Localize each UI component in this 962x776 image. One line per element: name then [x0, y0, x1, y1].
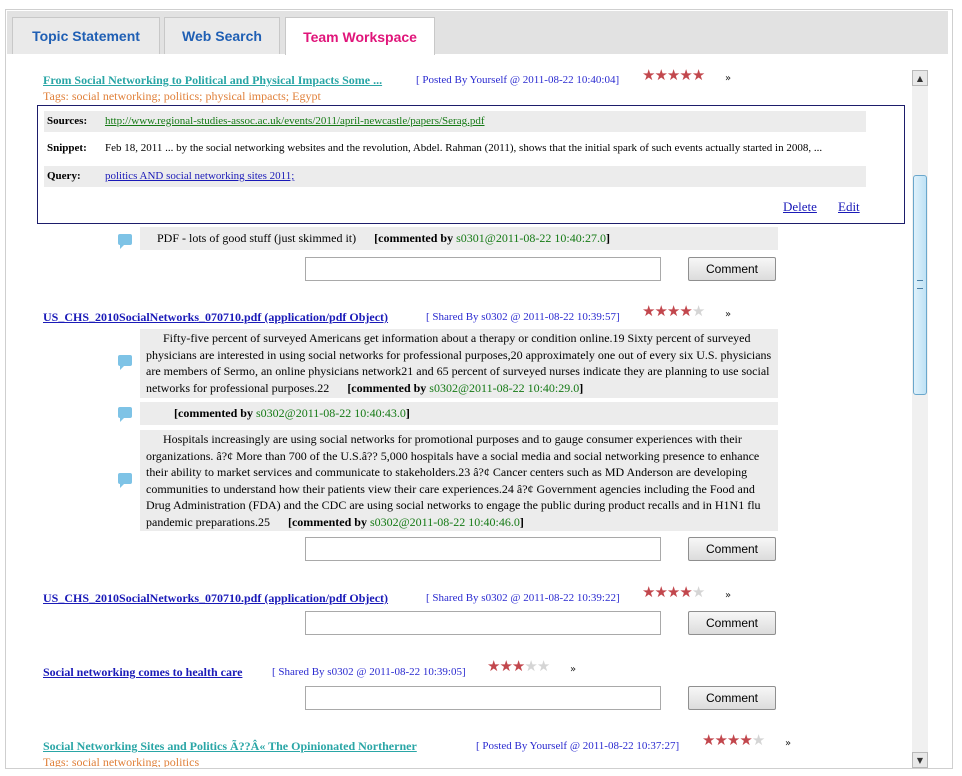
sources-link[interactable]: http://www.regional-studies-assoc.ac.uk/… — [105, 111, 485, 132]
vertical-scrollbar[interactable]: ▲ ▼ — [912, 70, 928, 768]
star-filled-icon[interactable]: ★ — [702, 733, 715, 749]
star-filled-icon[interactable]: ★ — [512, 659, 525, 675]
query-row: Query: politics AND social networking si… — [44, 166, 866, 187]
comment-end: ] — [405, 406, 410, 420]
expand-icon[interactable]: » — [725, 309, 731, 320]
star-filled-icon[interactable]: ★ — [692, 68, 705, 84]
star-filled-icon[interactable]: ★ — [642, 68, 655, 84]
query-link[interactable]: politics AND social networking sites 201… — [105, 166, 294, 187]
scroll-down-icon[interactable]: ▼ — [912, 752, 928, 768]
comment-end: ] — [519, 514, 524, 529]
star-empty-icon[interactable]: ★ — [692, 585, 705, 601]
comment-button[interactable]: Comment — [688, 686, 776, 710]
comment-end: ] — [579, 380, 584, 395]
comment-button[interactable]: Comment — [688, 257, 776, 281]
star-filled-icon[interactable]: ★ — [679, 585, 692, 601]
item-meta: [ Shared By s0302 @ 2011-08-22 10:39:57] — [426, 311, 620, 323]
star-filled-icon[interactable]: ★ — [654, 68, 667, 84]
item-meta: [ Posted By Yourself @ 2011-08-22 10:40:… — [416, 74, 620, 86]
star-filled-icon[interactable]: ★ — [679, 304, 692, 320]
star-filled-icon[interactable]: ★ — [679, 68, 692, 84]
comment-text: PDF - lots of good stuff (just skimmed i… — [157, 231, 357, 245]
star-filled-icon[interactable]: ★ — [642, 304, 655, 320]
comment-by: [commented by — [287, 514, 367, 529]
expand-icon[interactable]: » — [725, 590, 731, 601]
comment-button[interactable]: Comment — [688, 611, 776, 635]
edit-link[interactable]: Edit — [838, 199, 860, 215]
grip-icon — [917, 280, 923, 289]
star-filled-icon[interactable]: ★ — [487, 659, 500, 675]
star-filled-icon[interactable]: ★ — [654, 304, 667, 320]
comment-box: [commented by s0302@2011-08-22 10:40:43.… — [140, 402, 778, 425]
expand-icon[interactable]: » — [785, 738, 791, 749]
expand-icon[interactable]: » — [570, 664, 576, 675]
star-filled-icon[interactable]: ★ — [667, 304, 680, 320]
comment-by: [commented by — [374, 231, 454, 245]
star-filled-icon[interactable]: ★ — [667, 585, 680, 601]
workspace-content: From Social Networking to Political and … — [8, 55, 910, 767]
star-filled-icon[interactable]: ★ — [714, 733, 727, 749]
comment-icon — [118, 473, 132, 488]
expand-icon[interactable]: » — [725, 73, 731, 84]
comment-icon — [118, 407, 132, 422]
comment-icon — [118, 234, 132, 249]
comment-user: s0302@2011-08-22 10:40:29.0 — [429, 380, 580, 395]
star-filled-icon[interactable]: ★ — [499, 659, 512, 675]
item-title-link[interactable]: From Social Networking to Political and … — [43, 73, 382, 88]
item-meta: [ Shared By s0302 @ 2011-08-22 10:39:05] — [272, 666, 466, 678]
item-meta: [ Shared By s0302 @ 2011-08-22 10:39:22] — [426, 592, 620, 604]
comment-icon — [118, 355, 132, 370]
comment-input[interactable] — [305, 686, 661, 710]
star-filled-icon[interactable]: ★ — [667, 68, 680, 84]
star-filled-icon[interactable]: ★ — [654, 585, 667, 601]
item-title-link[interactable]: Social networking comes to health care — [43, 665, 242, 680]
rating-stars[interactable]: ★★★★★ — [702, 731, 765, 750]
comment-box: Hospitals increasingly are using social … — [140, 430, 778, 531]
comment-user: s0301@2011-08-22 10:40:27.0 — [456, 231, 607, 245]
snippet-label: Snippet: — [47, 142, 87, 154]
item-meta: [ Posted By Yourself @ 2011-08-22 10:37:… — [476, 740, 680, 752]
item-title-link[interactable]: US_CHS_2010SocialNetworks_070710.pdf (ap… — [43, 591, 388, 606]
comment-user: s0302@2011-08-22 10:40:43.0 — [255, 406, 406, 420]
item-title-link[interactable]: US_CHS_2010SocialNetworks_070710.pdf (ap… — [43, 310, 388, 325]
sources-row: Sources: http://www.regional-studies-ass… — [44, 111, 866, 132]
scroll-up-icon[interactable]: ▲ — [912, 70, 928, 86]
snippet-row: Snippet: Feb 18, 2011 ... by the social … — [44, 138, 866, 159]
sources-label: Sources: — [47, 115, 88, 127]
comment-box: PDF - lots of good stuff (just skimmed i… — [140, 227, 778, 250]
tab-web-search[interactable]: Web Search — [164, 17, 280, 54]
tab-team-workspace[interactable]: Team Workspace — [285, 17, 435, 55]
comment-button[interactable]: Comment — [688, 537, 776, 561]
star-empty-icon[interactable]: ★ — [524, 659, 537, 675]
star-empty-icon[interactable]: ★ — [537, 659, 550, 675]
comment-input[interactable] — [305, 537, 661, 561]
snippet-text: Feb 18, 2011 ... by the social networkin… — [105, 142, 823, 154]
query-label: Query: — [47, 170, 81, 182]
rating-stars[interactable]: ★★★★★ — [642, 66, 705, 85]
comment-input[interactable] — [305, 257, 661, 281]
item-tags: Tags: social networking; politics; physi… — [43, 89, 321, 103]
item-tags: Tags: social networking; politics — [43, 755, 200, 767]
item-title-link[interactable]: Social Networking Sites and Politics Ã??… — [43, 739, 417, 754]
rating-stars[interactable]: ★★★★★ — [487, 657, 550, 676]
comment-end: ] — [606, 231, 611, 245]
comment-input[interactable] — [305, 611, 661, 635]
comment-by: [commented by — [347, 380, 427, 395]
star-filled-icon[interactable]: ★ — [727, 733, 740, 749]
scrollbar-thumb[interactable] — [913, 175, 927, 395]
delete-link[interactable]: Delete — [783, 199, 817, 215]
rating-stars[interactable]: ★★★★★ — [642, 302, 705, 321]
star-empty-icon[interactable]: ★ — [692, 304, 705, 320]
comment-user: s0302@2011-08-22 10:40:46.0 — [369, 514, 520, 529]
star-empty-icon[interactable]: ★ — [752, 733, 765, 749]
comment-by: [commented by — [174, 406, 253, 420]
star-filled-icon[interactable]: ★ — [739, 733, 752, 749]
comment-box: Fifty-five percent of surveyed Americans… — [140, 329, 778, 398]
item-details: Sources: http://www.regional-studies-ass… — [37, 105, 905, 224]
rating-stars[interactable]: ★★★★★ — [642, 583, 705, 602]
star-filled-icon[interactable]: ★ — [642, 585, 655, 601]
tab-topic-statement[interactable]: Topic Statement — [12, 17, 160, 54]
